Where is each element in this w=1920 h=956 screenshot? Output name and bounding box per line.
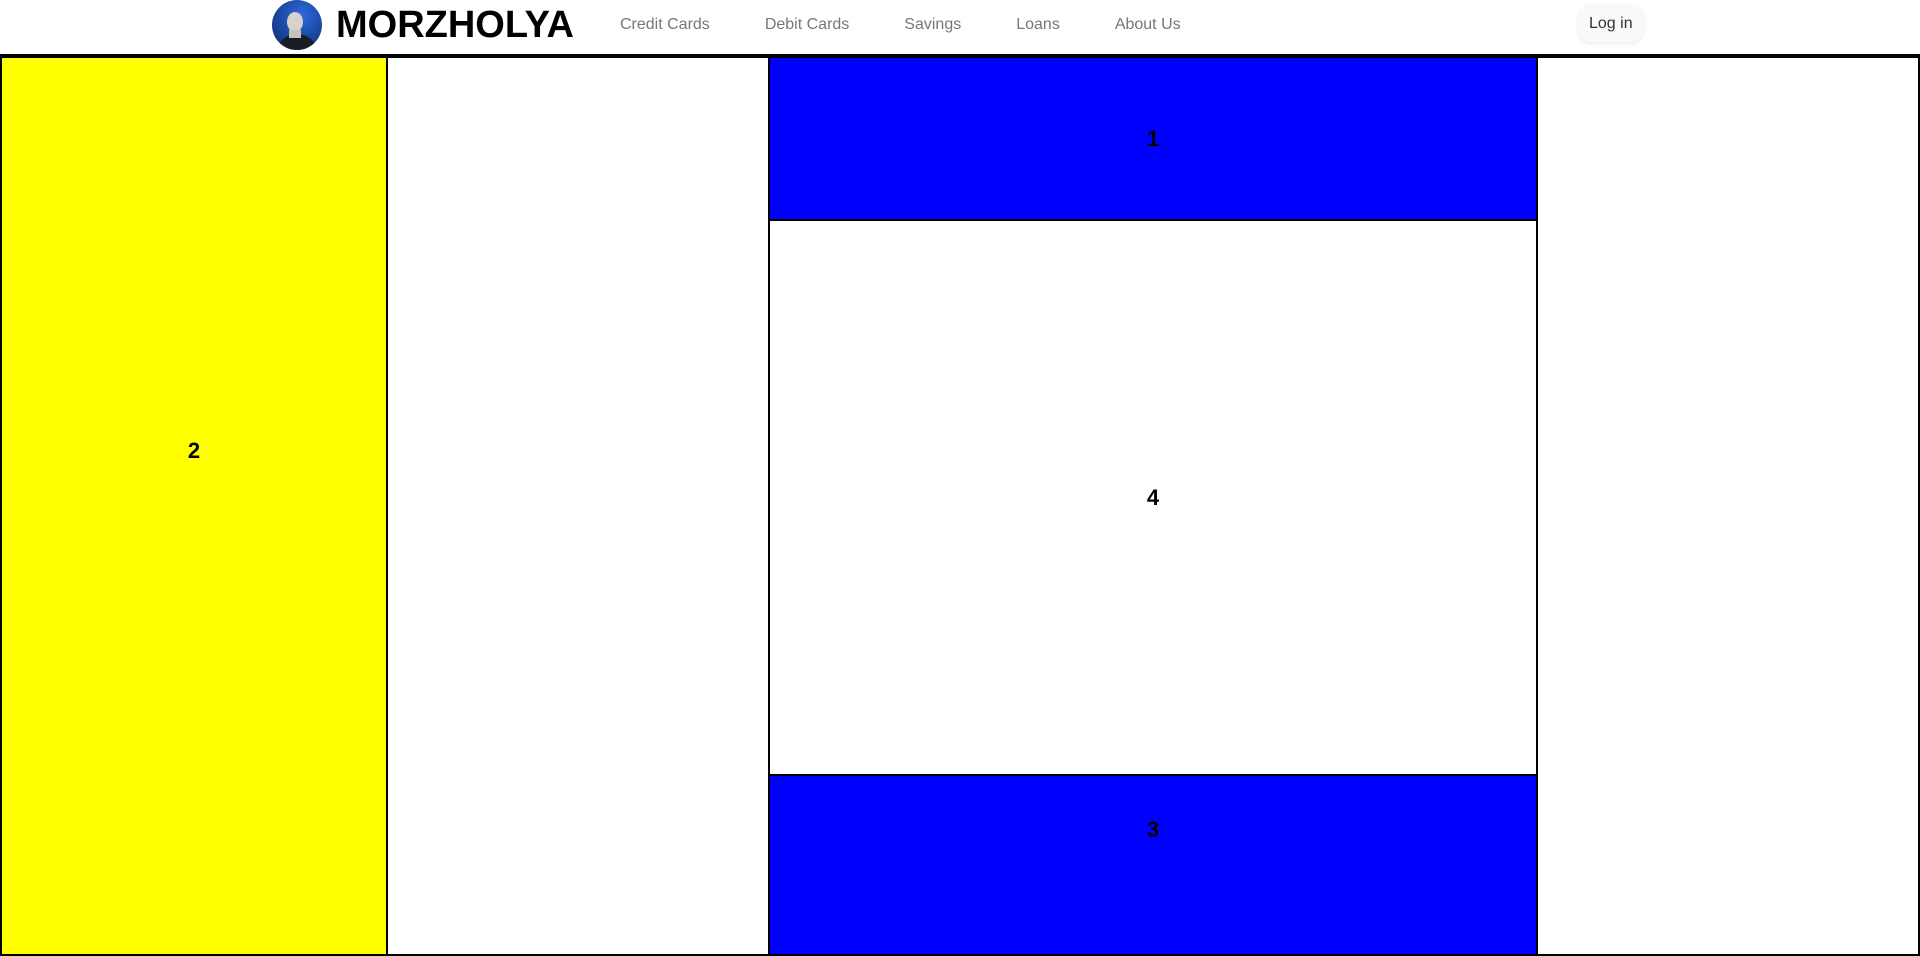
layout-grid: 2 1 4 3 xyxy=(0,54,1920,956)
grid-cell-3-label: 3 xyxy=(1146,817,1160,842)
grid-column-empty-right xyxy=(1536,56,1920,956)
top-navbar: MORZHOLYA Credit Cards Debit Cards Savin… xyxy=(0,0,1920,54)
grid-column-empty-left xyxy=(386,56,770,956)
grid-cell-4: 4 xyxy=(768,219,1538,776)
brand-link[interactable]: MORZHOLYA xyxy=(272,0,574,50)
nav-link-credit-cards[interactable]: Credit Cards xyxy=(620,16,710,34)
grid-cell-2-label: 2 xyxy=(187,438,201,463)
nav-link-loans[interactable]: Loans xyxy=(1016,16,1060,34)
grid-cell-3: 3 xyxy=(768,774,1538,956)
nav-link-savings[interactable]: Savings xyxy=(904,16,961,34)
grid-cell-2: 2 xyxy=(0,56,388,956)
login-button[interactable]: Log in xyxy=(1579,6,1643,42)
brand-name: MORZHOLYA xyxy=(336,3,574,46)
grid-cell-1: 1 xyxy=(768,56,1538,221)
grid-cell-4-label: 4 xyxy=(1146,484,1160,510)
grid-cell-1-label: 1 xyxy=(1146,125,1160,151)
brand-avatar-icon xyxy=(272,0,322,50)
nav-link-about-us[interactable]: About Us xyxy=(1115,16,1181,34)
nav-link-debit-cards[interactable]: Debit Cards xyxy=(765,16,849,34)
nav-links: Credit Cards Debit Cards Savings Loans A… xyxy=(620,0,1236,50)
